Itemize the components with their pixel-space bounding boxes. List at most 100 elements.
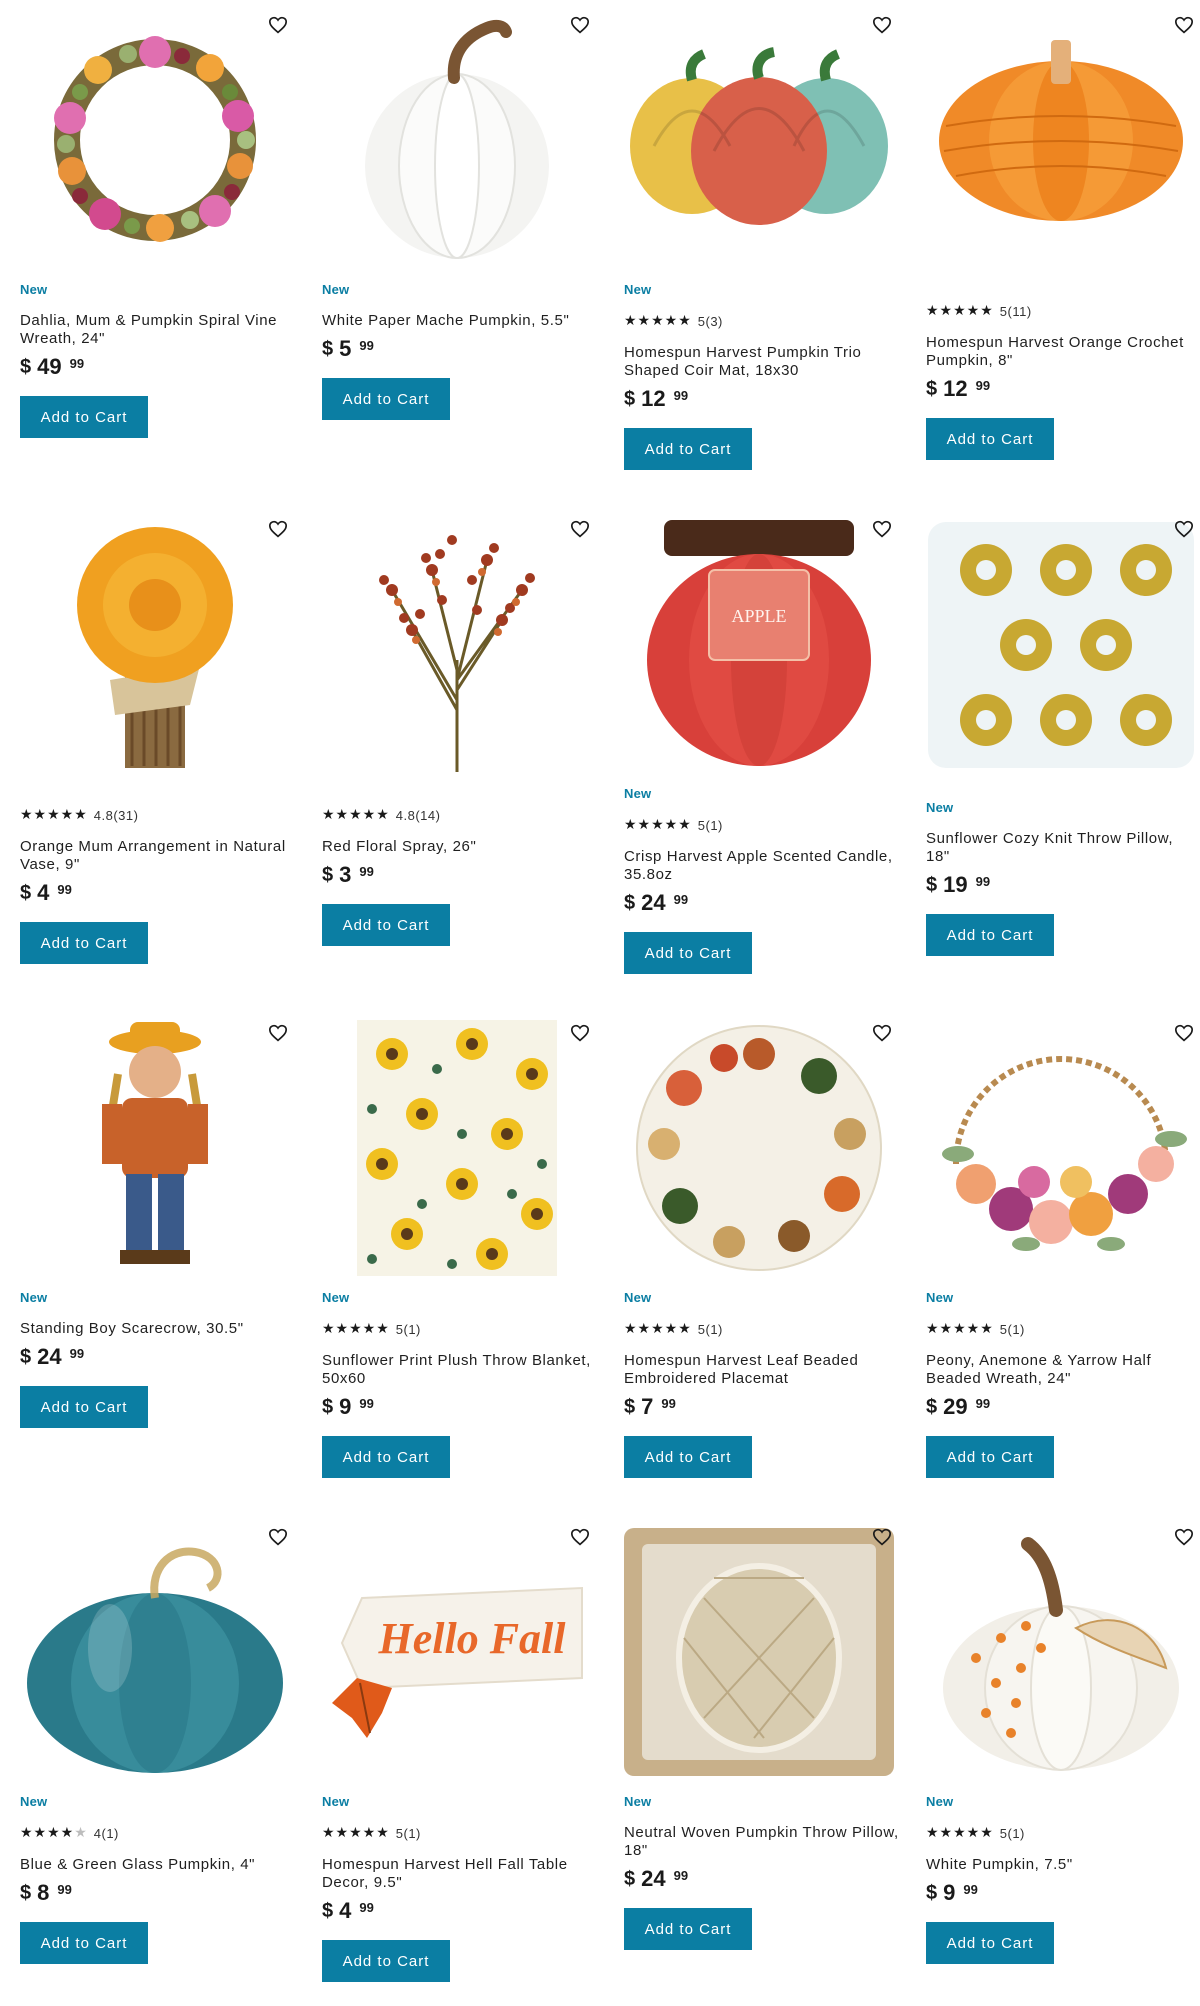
product-image[interactable] xyxy=(916,1518,1200,1786)
product-name[interactable]: White Pumpkin, 7.5" xyxy=(926,1856,1200,1874)
product-name[interactable]: Peony, Anemone & Yarrow Half Beaded Wrea… xyxy=(926,1352,1200,1388)
product-image[interactable]: APPLE xyxy=(614,510,904,778)
product-image[interactable]: Hello Fall xyxy=(312,1518,602,1786)
product-card[interactable]: New ★★★★★ 5 (1) White Pumpkin, 7.5" $9 99 Add … xyxy=(916,1518,1200,2006)
product-image[interactable] xyxy=(312,6,602,274)
favorite-heart-icon[interactable] xyxy=(1174,1024,1194,1042)
add-to-cart-button[interactable]: Add to Cart xyxy=(624,1436,752,1478)
add-to-cart-button[interactable]: Add to Cart xyxy=(20,396,148,438)
add-to-cart-button[interactable]: Add to Cart xyxy=(322,378,450,420)
favorite-heart-icon[interactable] xyxy=(268,1528,288,1546)
add-to-cart-button[interactable]: Add to Cart xyxy=(926,1436,1054,1478)
product-image[interactable] xyxy=(916,510,1200,778)
product-image[interactable] xyxy=(10,6,300,274)
favorite-heart-icon[interactable] xyxy=(872,1528,892,1546)
product-card[interactable]: New Standing Boy Scarecrow, 30.5" $24 99 Add… xyxy=(10,1014,300,1504)
favorite-heart-icon[interactable] xyxy=(1174,520,1194,538)
product-card[interactable]: New ★★★★★ 5 (1) Homespun Harvest Leaf Beade… xyxy=(614,1014,904,1504)
product-card[interactable]: Hello Fall New ★★★★★ 5 (1) Homespun Harvest… xyxy=(312,1518,602,2006)
product-image[interactable] xyxy=(614,6,904,274)
favorite-heart-icon[interactable] xyxy=(872,16,892,34)
add-to-cart-button[interactable]: Add to Cart xyxy=(624,932,752,974)
rating[interactable]: ★★★★★ 5 (1) xyxy=(624,1320,899,1338)
favorite-heart-icon[interactable] xyxy=(1174,1528,1194,1546)
product-name[interactable]: Blue & Green Glass Pumpkin, 4" xyxy=(20,1856,295,1874)
product-name[interactable]: Dahlia, Mum & Pumpkin Spiral Vine Wreath… xyxy=(20,312,295,348)
rating-value: 5 xyxy=(999,1825,1008,1841)
rating[interactable]: ★★★★★ 5 (1) xyxy=(322,1824,597,1842)
product-name[interactable]: Crisp Harvest Apple Scented Candle, 35.8… xyxy=(624,848,899,884)
product-name[interactable]: Sunflower Cozy Knit Throw Pillow, 18" xyxy=(926,830,1200,866)
rating[interactable]: ★★★★★ 5 (1) xyxy=(624,816,899,834)
add-to-cart-button[interactable]: Add to Cart xyxy=(322,904,450,946)
favorite-heart-icon[interactable] xyxy=(268,1024,288,1042)
rating[interactable]: ★★★★★ 4.8 (31) xyxy=(20,806,295,824)
add-to-cart-button[interactable]: Add to Cart xyxy=(926,914,1054,956)
add-to-cart-button[interactable]: Add to Cart xyxy=(624,428,752,470)
product-card[interactable]: New Dahlia, Mum & Pumpkin Spiral Vine Wre… xyxy=(10,6,300,496)
favorite-heart-icon[interactable] xyxy=(570,1024,590,1042)
product-name[interactable]: Sunflower Print Plush Throw Blanket, 50x… xyxy=(322,1352,597,1388)
product-card[interactable]: New ★★★★★ 5 (1) Sunflower Print Plush Throw… xyxy=(312,1014,602,1504)
product-info: New ★★★★★ 5 (1) Homespun Harvest Leaf Beade… xyxy=(624,1290,899,1478)
currency-symbol: $ xyxy=(624,1396,636,1418)
add-to-cart-button[interactable]: Add to Cart xyxy=(322,1436,450,1478)
product-name[interactable]: White Paper Mache Pumpkin, 5.5" xyxy=(322,312,597,330)
rating[interactable]: ★★★★★ 5 (11) xyxy=(926,302,1200,320)
product-image[interactable] xyxy=(312,1014,602,1282)
price-dollars: 49 xyxy=(37,354,62,379)
rating[interactable]: ★★★★★ 5 (1) xyxy=(926,1824,1200,1842)
favorite-heart-icon[interactable] xyxy=(268,16,288,34)
product-card[interactable]: ★★★★★ 5 (11) Homespun Harvest Orange Croch… xyxy=(916,6,1200,496)
favorite-heart-icon[interactable] xyxy=(872,520,892,538)
add-to-cart-button[interactable]: Add to Cart xyxy=(20,1922,148,1964)
product-name[interactable]: Homespun Harvest Orange Crochet Pumpkin,… xyxy=(926,334,1200,370)
review-count: (1) xyxy=(705,817,723,833)
favorite-heart-icon[interactable] xyxy=(570,1528,590,1546)
product-name[interactable]: Neutral Woven Pumpkin Throw Pillow, 18" xyxy=(624,1824,899,1860)
product-name[interactable]: Homespun Harvest Leaf Beaded Embroidered… xyxy=(624,1352,899,1388)
product-image[interactable] xyxy=(614,1518,904,1786)
product-image[interactable] xyxy=(10,510,300,778)
product-card[interactable]: ★★★★★ 4.8 (31) Orange Mum Arrangement in N… xyxy=(10,510,300,1000)
rating[interactable]: ★★★★★ 5 (3) xyxy=(624,312,899,330)
product-name[interactable]: Standing Boy Scarecrow, 30.5" xyxy=(20,1320,295,1338)
add-to-cart-button[interactable]: Add to Cart xyxy=(20,1386,148,1428)
product-info: New ★★★★★ 5 (1) Sunflower Print Plush Throw… xyxy=(322,1290,597,1478)
add-to-cart-button[interactable]: Add to Cart xyxy=(322,1940,450,1982)
price-cents: 99 xyxy=(673,892,689,907)
add-to-cart-button[interactable]: Add to Cart xyxy=(926,418,1054,460)
product-name[interactable]: Homespun Harvest Hell Fall Table Decor, … xyxy=(322,1856,597,1892)
product-card[interactable]: New Sunflower Cozy Knit Throw Pillow, 18"… xyxy=(916,510,1200,1000)
rating[interactable]: ★★★★★ 4 (1) xyxy=(20,1824,295,1842)
add-to-cart-button[interactable]: Add to Cart xyxy=(624,1908,752,1950)
favorite-heart-icon[interactable] xyxy=(268,520,288,538)
review-count: (1) xyxy=(1007,1321,1025,1337)
product-name[interactable]: Homespun Harvest Pumpkin Trio Shaped Coi… xyxy=(624,344,899,380)
product-image[interactable] xyxy=(10,1518,300,1786)
product-card[interactable]: APPLE New ★★★★★ 5 (1) Crisp Harvest Apple S… xyxy=(614,510,904,1000)
add-to-cart-button[interactable]: Add to Cart xyxy=(926,1922,1054,1964)
product-image[interactable] xyxy=(312,510,602,778)
product-card[interactable]: New ★★★★★ 5 (3) Homespun Harvest Pumpkin Tr… xyxy=(614,6,904,496)
product-image[interactable] xyxy=(916,1014,1200,1282)
product-card[interactable]: ★★★★★ 4.8 (14) Red Floral Spray, 26" $3 99 Ad… xyxy=(312,510,602,1000)
product-name[interactable]: Orange Mum Arrangement in Natural Vase, … xyxy=(20,838,295,874)
favorite-heart-icon[interactable] xyxy=(1174,16,1194,34)
product-card[interactable]: New ★★★★★ 5 (1) Peony, Anemone & Yarrow Hal… xyxy=(916,1014,1200,1504)
product-image[interactable] xyxy=(10,1014,300,1282)
product-card[interactable]: New ★★★★★ 4 (1) Blue & Green Glass Pumpkin,… xyxy=(10,1518,300,2006)
product-image[interactable] xyxy=(916,6,1200,274)
product-image[interactable] xyxy=(614,1014,904,1282)
product-card[interactable]: New White Paper Mache Pumpkin, 5.5" $5 99 Ad… xyxy=(312,6,602,496)
add-to-cart-button[interactable]: Add to Cart xyxy=(20,922,148,964)
currency-symbol: $ xyxy=(926,1396,938,1418)
rating[interactable]: ★★★★★ 5 (1) xyxy=(322,1320,597,1338)
favorite-heart-icon[interactable] xyxy=(570,16,590,34)
rating[interactable]: ★★★★★ 5 (1) xyxy=(926,1320,1200,1338)
product-card[interactable]: New Neutral Woven Pumpkin Throw Pillow, 1… xyxy=(614,1518,904,2006)
product-name[interactable]: Red Floral Spray, 26" xyxy=(322,838,597,856)
rating[interactable]: ★★★★★ 4.8 (14) xyxy=(322,806,597,824)
favorite-heart-icon[interactable] xyxy=(570,520,590,538)
favorite-heart-icon[interactable] xyxy=(872,1024,892,1042)
